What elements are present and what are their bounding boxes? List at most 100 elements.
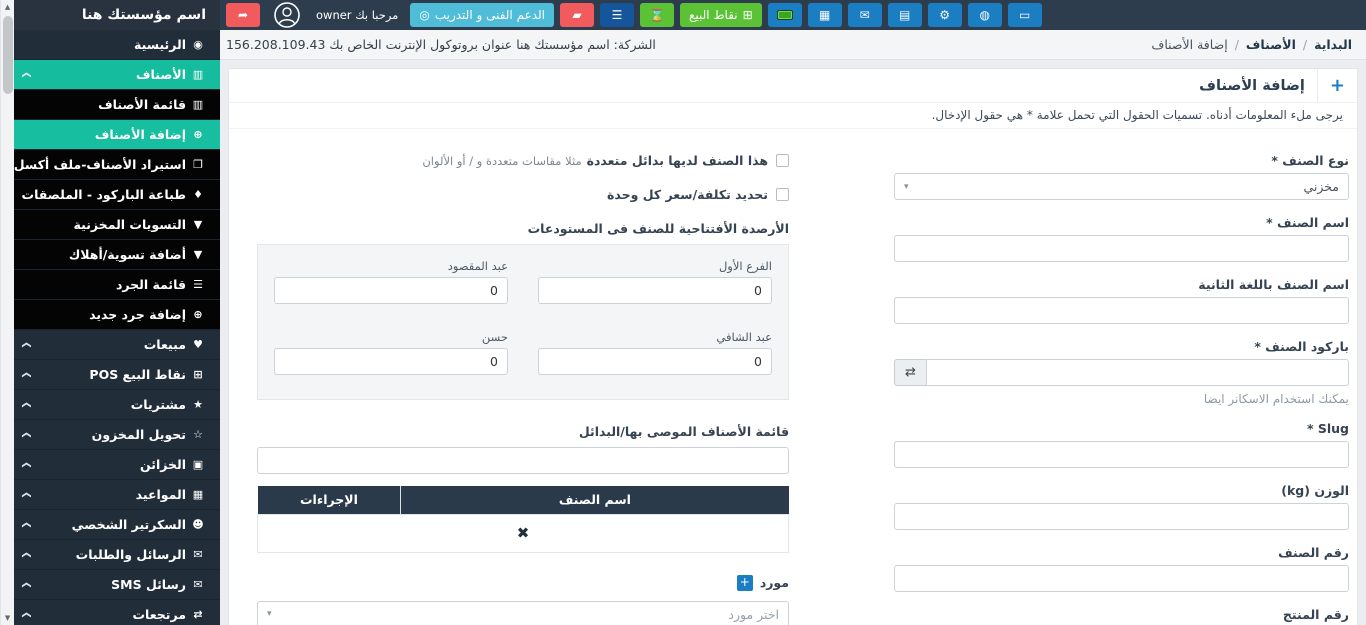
sidebar-item-inventory-list[interactable]: ☰ قائمة الجرد — [14, 270, 220, 300]
pos-button[interactable]: نقاط البيع ⊞ — [680, 3, 762, 27]
sidebar-item-add-inventory[interactable]: ⊕ إضافة جرد جديد — [14, 300, 220, 330]
hourglass-button[interactable]: ⌛ — [640, 3, 674, 27]
barcode-hint: يمكنك استخدام الاسكانر ايضا — [894, 392, 1349, 406]
sidebar-item-pos[interactable]: ⊞ نقاط البيع POS ❯ — [14, 360, 220, 390]
item-number-input[interactable] — [894, 565, 1349, 592]
sidebar-item-sms[interactable]: ✉ رسائل SMS ❯ — [14, 570, 220, 600]
breadcrumb-bar: البداية / الأصناف / إضافة الأصناف الشركة… — [220, 30, 1366, 60]
sidebar-item-add-adjustment[interactable]: ▼ أضافة تسوية/أهلاك — [14, 240, 220, 270]
weight-label: الوزن (kg) — [894, 483, 1349, 498]
avatar[interactable] — [274, 2, 300, 28]
extras-column: هذا الصنف لديها بدائل متعددة مثلا مقاسات… — [257, 153, 789, 625]
scrollbar-thumb[interactable] — [3, 16, 13, 94]
calendar-icon: ▦ — [186, 488, 210, 501]
product-number-label: رقم المنتج — [894, 607, 1349, 622]
breadcrumb-separator: / — [1303, 37, 1307, 52]
calendar-button[interactable]: ▦ — [808, 3, 842, 27]
gears-icon: ⚙ — [939, 9, 950, 21]
breadcrumb-items[interactable]: الأصناف — [1246, 37, 1296, 52]
weight-input[interactable] — [894, 503, 1349, 530]
calculator-icon: ▤ — [899, 9, 910, 21]
sidebar-item-appointments[interactable]: ▦ المواعيد ❯ — [14, 480, 220, 510]
monitor-button[interactable]: ▭ — [1008, 3, 1042, 27]
globe-icon: ◍ — [979, 9, 989, 21]
collapse-plus-icon[interactable]: + — [1330, 77, 1345, 95]
recommended-items-input[interactable] — [257, 447, 789, 474]
top-toolbar: ➦ مرحبا بك owner ◎ الدعم الفنى و التدريب… — [220, 0, 1366, 30]
sidebar-item-add-items[interactable]: ⊕ إضافة الأصناف — [14, 120, 220, 150]
dashboard-icon: ◉ — [186, 38, 210, 51]
slug-input[interactable] — [894, 441, 1349, 468]
star-icon: ★ — [186, 398, 210, 411]
barcode-label: باركود الصنف * — [894, 339, 1349, 354]
eraser-button[interactable]: ▰ — [560, 3, 594, 27]
barcode-icon: ▥ — [186, 68, 210, 81]
scroll-up-arrow-icon[interactable]: ▲ — [1, 0, 15, 14]
sidebar-item-home[interactable]: ◉ الرئيسية — [14, 30, 220, 60]
item-name2-input[interactable] — [894, 297, 1349, 324]
support-label: الدعم الفنى و التدريب — [435, 8, 545, 22]
chevron-down-icon: ❯ — [21, 521, 31, 529]
form-body: نوع الصنف * مخزني ▾ اسم الصنف * اسم الصن… — [229, 129, 1357, 625]
opening-balance-panel: الفرع الأول عبد المقصود عبد الشافي — [257, 244, 789, 400]
item-name-input[interactable] — [894, 235, 1349, 262]
sidebar-item-stock-adjustments[interactable]: ▼ التسويات المخزنية — [14, 210, 220, 240]
page-scrollbar[interactable]: ▲ ▼ — [0, 0, 14, 625]
panel-header: + إضافة الأصناف — [229, 69, 1357, 102]
sidebar-item-print-barcode[interactable]: ♦ طباعة الباركود - الملصقات — [14, 180, 220, 210]
list-button[interactable]: ☰ — [600, 3, 634, 27]
sidebar-item-sales[interactable]: ♥ مبيعات ❯ — [14, 330, 220, 360]
sidebar-item-items-list[interactable]: ▥ قائمة الأصناف — [14, 90, 220, 120]
slug-label: Slug * — [894, 421, 1349, 436]
variants-checkbox[interactable] — [776, 154, 789, 167]
chevron-down-icon: ❯ — [21, 551, 31, 559]
variants-checkbox-row: هذا الصنف لديها بدائل متعددة مثلا مقاسات… — [257, 153, 789, 168]
chevron-down-icon: ❯ — [21, 461, 31, 469]
sidebar-item-messages-requests[interactable]: ✉ الرسائل والطلبات ❯ — [14, 540, 220, 570]
sidebar-item-stock-transfer[interactable]: ☆ تحويل المخزون ❯ — [14, 420, 220, 450]
monitor-icon: ▭ — [1019, 9, 1030, 21]
warehouse-qty-input[interactable] — [274, 277, 508, 304]
sidebar-item-returns[interactable]: ⇄ مرتجعات ❯ — [14, 600, 220, 625]
main-area: ➦ مرحبا بك owner ◎ الدعم الفنى و التدريب… — [220, 0, 1366, 625]
generate-barcode-button[interactable]: ⇄ — [894, 359, 926, 386]
sidebar-item-items[interactable]: ▥ الأصناف ❯ — [14, 60, 220, 90]
mail-button[interactable]: ✉ — [848, 3, 882, 27]
chevron-down-icon: ❯ — [21, 611, 31, 619]
variants-label: هذا الصنف لديها بدائل متعددة — [587, 153, 768, 168]
breadcrumb-current: إضافة الأصناف — [1151, 37, 1227, 52]
logout-icon: ➦ — [238, 9, 248, 21]
envelope-icon: ✉ — [186, 548, 210, 561]
close-icon[interactable]: ✖ — [517, 524, 530, 542]
settings-button[interactable]: ⚙ — [928, 3, 962, 27]
sidebar-item-safes[interactable]: ▣ الخزائن ❯ — [14, 450, 220, 480]
item-type-label: نوع الصنف * — [894, 153, 1349, 168]
globe-button[interactable]: ◍ — [968, 3, 1002, 27]
logout-button[interactable]: ➦ — [226, 3, 260, 27]
breadcrumb-home[interactable]: البداية — [1314, 37, 1352, 52]
person-icon: ☻ — [186, 518, 210, 531]
barcode-input[interactable] — [926, 359, 1349, 386]
support-icon: ◎ — [419, 9, 429, 21]
sidebar-item-personal-secretary[interactable]: ☻ السكرتير الشخصي ❯ — [14, 510, 220, 540]
warehouse-qty-input[interactable] — [538, 348, 772, 375]
chevron-down-icon: ❯ — [21, 401, 31, 409]
avatar-person-icon — [274, 2, 300, 28]
warehouse-qty-input[interactable] — [274, 348, 508, 375]
barcode-icon: ▥ — [186, 98, 210, 111]
keyboard-button[interactable] — [768, 3, 802, 27]
calculator-button[interactable]: ▤ — [888, 3, 922, 27]
support-button[interactable]: ◎ الدعم الفنى و التدريب — [410, 3, 554, 27]
star-outline-icon: ☆ — [186, 428, 210, 441]
supplier-select[interactable]: اختر مورد ▾ — [257, 601, 789, 625]
scroll-down-arrow-icon[interactable]: ▼ — [1, 611, 15, 625]
unit-cost-checkbox[interactable] — [776, 188, 789, 201]
warehouse-label: عبد الشافي — [538, 330, 772, 344]
warehouse-qty-input[interactable] — [538, 277, 772, 304]
heart-icon: ♥ — [186, 338, 210, 351]
add-supplier-button[interactable]: + — [737, 575, 753, 591]
sidebar-item-import-excel[interactable]: ❐ استيراد الأصناف-ملف أكسل — [14, 150, 220, 180]
sidebar-item-purchases[interactable]: ★ مشتريات ❯ — [14, 390, 220, 420]
recommended-items-table: اسم الصنف الإجراءات ✖ — [257, 486, 789, 553]
item-type-select[interactable]: مخزني ▾ — [894, 173, 1349, 200]
